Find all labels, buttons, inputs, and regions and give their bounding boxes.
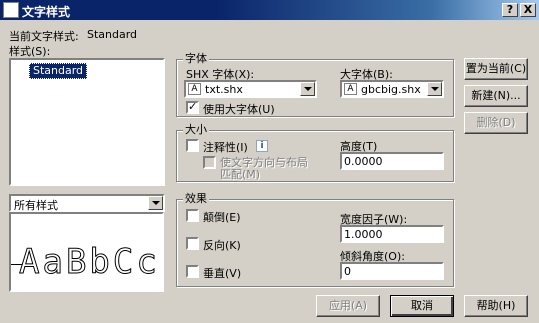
help-title-button[interactable]: ? [502,3,518,17]
delete-button: 删除(D) [464,112,528,134]
style-filter-select[interactable]: 所有样式 [9,194,165,212]
font-file-icon: A [344,83,357,95]
help-button[interactable]: 帮助(H) [464,295,528,317]
preview-text: AaBbCc [19,242,160,283]
upside-down-label: 颠倒(E) [203,211,241,224]
window-title: 文字样式 [22,5,71,19]
app-icon [3,2,19,18]
annotative-checkbox[interactable] [186,139,199,152]
apply-button: 应用(A) [316,295,380,317]
preview-box: AaBbCc [9,212,164,292]
new-button[interactable]: 新建(N)... [464,85,528,107]
size-group-title: 大小 [183,123,209,136]
annotative-label: 注释性(I) [203,141,248,154]
big-font-select[interactable]: A gbcbig.shx [340,80,444,98]
orient-match-label-2: 匹配(M) [220,168,261,181]
oblique-angle-input[interactable]: 0 [340,262,444,280]
use-big-font-checkbox[interactable] [186,100,199,114]
style-filter-value: 所有样式 [14,199,58,212]
effects-group-title: 效果 [183,192,209,205]
font-group-title: 字体 [183,52,209,65]
styles-list[interactable]: Standard [9,58,165,186]
list-item[interactable]: Standard [29,63,88,79]
upside-down-checkbox[interactable] [186,209,199,222]
info-icon[interactable]: i [256,140,268,152]
current-style-value: Standard [87,28,138,41]
shx-font-select[interactable]: A txt.shx [184,80,317,98]
chevron-down-icon[interactable] [427,82,442,96]
cancel-button[interactable]: 取消 [390,295,454,317]
title-bar: 文字样式 ? X [0,0,539,20]
styles-label: 样式(S): [9,45,51,58]
chevron-down-icon[interactable] [300,82,315,96]
set-current-button[interactable]: 置为当前(C) [464,58,528,80]
vertical-label: 垂直(V) [203,267,242,280]
use-big-font-label: 使用大字体(U) [203,103,275,116]
shx-font-value: txt.shx [205,83,243,96]
orient-match-checkbox [203,156,216,169]
height-input[interactable]: 0.0000 [340,152,444,170]
backwards-label: 反向(K) [203,239,241,252]
backwards-checkbox[interactable] [186,237,199,250]
current-style-label: 当前文字样式: [9,30,79,43]
big-font-value: gbcbig.shx [361,83,421,96]
vertical-checkbox[interactable] [186,265,199,278]
close-button[interactable]: X [520,3,536,17]
width-factor-input[interactable]: 1.0000 [340,225,444,243]
font-file-icon: A [188,83,201,95]
chevron-down-icon[interactable] [148,196,163,210]
